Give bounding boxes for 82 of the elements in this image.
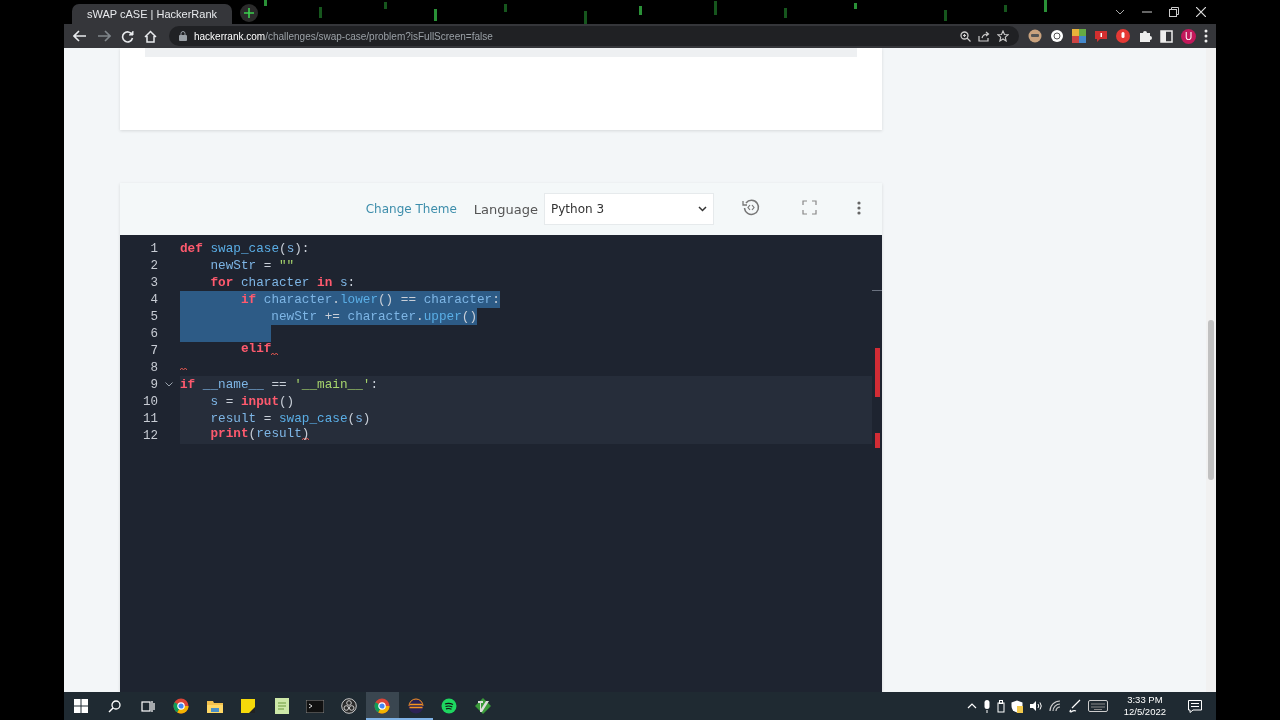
code-line[interactable]: def swap_case(s):	[180, 240, 310, 257]
browser-tab[interactable]: sWAP cASE | HackerRank	[72, 4, 232, 24]
notification-icon[interactable]	[1188, 699, 1202, 713]
code-line[interactable]: result = swap_case(s)	[180, 410, 371, 427]
obs-icon[interactable]	[340, 698, 357, 714]
chevron-up-icon[interactable]	[966, 703, 977, 709]
spotify-icon[interactable]	[441, 698, 458, 714]
windows-logo-icon[interactable]	[73, 699, 88, 713]
vim-icon[interactable]	[474, 698, 491, 714]
scrollbar-thumb[interactable]	[1208, 320, 1214, 480]
address-bar[interactable]: hackerrank.com/challenges/swap-case/problem?isFullScreen=false	[169, 26, 1019, 46]
plus-icon[interactable]	[244, 8, 254, 18]
sticky-note-icon[interactable]	[241, 699, 256, 713]
line-number: 4	[149, 292, 158, 307]
fold-chevron-icon[interactable]	[165, 382, 173, 387]
line-number: 6	[149, 326, 158, 341]
language-dropdown[interactable]: Python 3	[544, 193, 714, 225]
chevron-down-icon[interactable]	[1115, 9, 1125, 15]
line-number: 2	[149, 258, 158, 273]
reload-icon[interactable]	[121, 29, 134, 43]
line-number: 5	[149, 309, 158, 324]
search-icon[interactable]	[107, 699, 121, 713]
change-theme-link[interactable]: Change Theme	[365, 202, 457, 216]
forward-icon[interactable]	[97, 30, 111, 42]
usb-drive-icon[interactable]	[996, 699, 1005, 713]
notepad-icon[interactable]	[274, 698, 289, 714]
task-view-icon[interactable]	[140, 699, 155, 713]
error-marker	[875, 348, 880, 397]
error-marker	[875, 433, 880, 448]
keyboard-icon[interactable]	[1087, 700, 1108, 712]
code-line[interactable]: if __name__ == '__main__':	[180, 376, 378, 393]
error-squiggle-icon	[180, 367, 187, 371]
chevron-down-icon	[698, 206, 707, 212]
history-icon[interactable]	[742, 198, 760, 216]
shield-icon[interactable]	[1010, 699, 1023, 713]
line-number: 12	[142, 428, 158, 443]
line-number: 7	[149, 343, 158, 358]
clock-date: 12/5/2022	[1123, 706, 1166, 718]
error-squiggle-icon	[271, 352, 279, 356]
line-number: 9	[149, 377, 158, 392]
clock[interactable]: 3:33 PM 12/5/2022	[1123, 694, 1166, 718]
line-number: 3	[149, 275, 158, 290]
back-icon[interactable]	[73, 30, 87, 42]
lock-icon	[179, 31, 187, 41]
profile-avatar[interactable]: U	[1181, 28, 1196, 44]
line-number: 11	[142, 411, 158, 426]
circle-icon[interactable]	[1050, 29, 1064, 43]
scrollbar[interactable]	[1206, 48, 1216, 692]
taskbar-app[interactable]	[365, 692, 399, 720]
code-line[interactable]: for character in s:	[180, 274, 356, 291]
face-icon[interactable]	[1028, 29, 1042, 43]
line-number: 10	[142, 394, 158, 409]
folder-icon[interactable]	[206, 699, 223, 713]
terminal-icon[interactable]	[306, 699, 325, 713]
code-line[interactable]: s = input()	[180, 393, 295, 410]
home-icon[interactable]	[144, 29, 157, 43]
line-number: 8	[149, 360, 158, 375]
microphone-icon[interactable]	[1116, 29, 1130, 43]
star-icon[interactable]	[997, 30, 1009, 42]
chrome-icon[interactable]	[374, 698, 391, 714]
zoom-icon[interactable]	[960, 30, 971, 42]
code-line[interactable]: print(result)	[180, 425, 310, 446]
code-line[interactable]: elif	[180, 340, 279, 361]
restore-icon[interactable]	[1169, 7, 1179, 17]
more-icon[interactable]	[1204, 29, 1208, 43]
puzzle-icon[interactable]	[1138, 29, 1152, 43]
code-line[interactable]: newStr = ""	[180, 257, 295, 274]
new-tab-button[interactable]	[240, 4, 258, 22]
pen-icon[interactable]	[1067, 699, 1082, 713]
line-number: 1	[149, 241, 158, 256]
close-icon[interactable]	[1196, 7, 1206, 17]
chrome-icon[interactable]	[173, 698, 190, 714]
speech-bubble-icon[interactable]	[1094, 29, 1108, 43]
eclipse-icon[interactable]	[407, 698, 424, 714]
share-icon[interactable]	[978, 30, 990, 42]
microphone-icon[interactable]	[982, 699, 991, 713]
sidebar-icon[interactable]	[1160, 29, 1173, 43]
clock-time: 3:33 PM	[1127, 694, 1163, 706]
language-label: Language	[473, 201, 538, 217]
wifi-icon[interactable]	[1048, 700, 1062, 712]
more-icon[interactable]	[857, 200, 861, 215]
speaker-icon[interactable]	[1028, 700, 1043, 712]
